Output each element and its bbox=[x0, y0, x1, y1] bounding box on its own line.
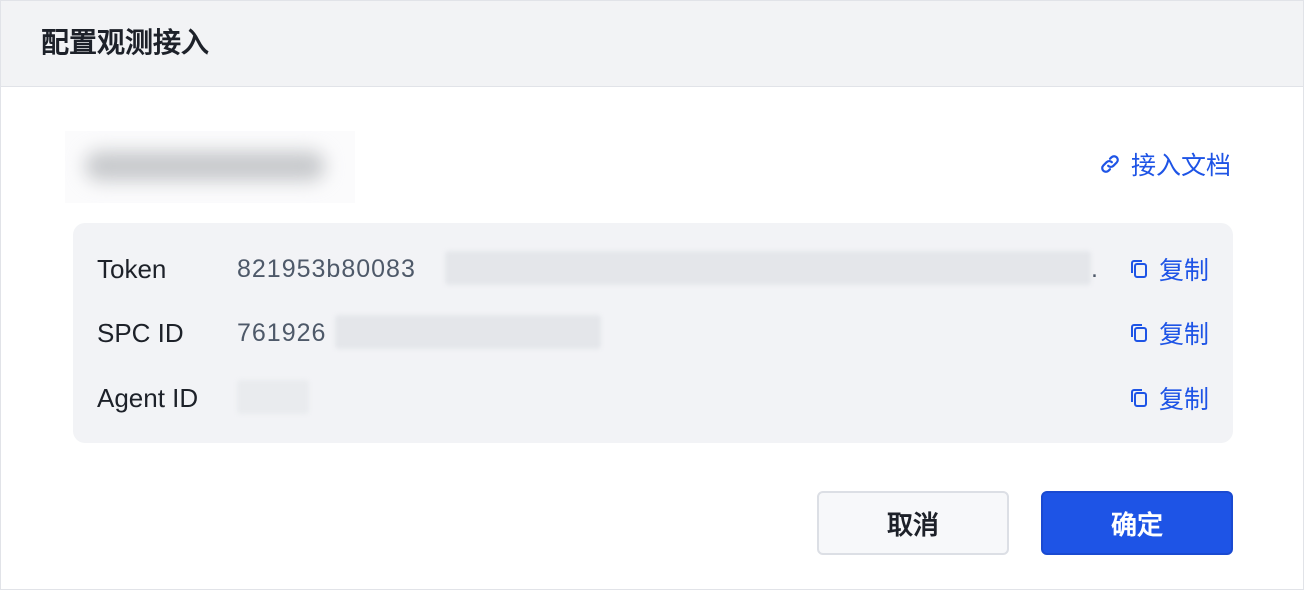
token-value: 821953b80083 bbox=[237, 255, 416, 283]
copy-icon bbox=[1130, 389, 1147, 407]
dialog-title: 配置观测接入 bbox=[41, 27, 210, 58]
copy-icon bbox=[1130, 324, 1147, 342]
spc-id-redaction bbox=[335, 315, 601, 349]
dialog-header: 配置观测接入 bbox=[1, 1, 1303, 87]
copy-spc-id-button[interactable]: 复制 bbox=[1129, 315, 1209, 351]
copy-agent-id-button[interactable]: 复制 bbox=[1129, 380, 1209, 416]
observability-config-dialog: 配置观测接入 接入文档 Token 821953b80083 . 复制 SPC … bbox=[0, 0, 1304, 590]
token-label: Token bbox=[97, 254, 167, 284]
copy-agent-id-label: 复制 bbox=[1158, 386, 1209, 414]
confirm-button[interactable]: 确定 bbox=[1041, 491, 1233, 555]
link-icon bbox=[1101, 155, 1119, 173]
agent-id-row: Agent ID 复制 bbox=[73, 378, 1233, 418]
redacted-resource-name bbox=[65, 131, 355, 203]
access-docs-label: 接入文档 bbox=[1130, 152, 1231, 180]
spc-id-label: SPC ID bbox=[97, 318, 184, 348]
agent-id-redaction bbox=[237, 380, 309, 414]
credentials-panel: Token 821953b80083 . 复制 SPC ID 761926 复制… bbox=[73, 223, 1233, 443]
cancel-button[interactable]: 取消 bbox=[817, 491, 1009, 555]
copy-icon bbox=[1130, 260, 1147, 278]
copy-spc-id-label: 复制 bbox=[1158, 321, 1209, 349]
copy-token-button[interactable]: 复制 bbox=[1129, 251, 1209, 287]
spc-id-row: SPC ID 761926 复制 bbox=[73, 313, 1233, 353]
spc-id-value: 761926 bbox=[237, 319, 327, 347]
token-ellipsis: . bbox=[1091, 255, 1098, 283]
agent-id-label: Agent ID bbox=[97, 383, 199, 413]
redaction-blur bbox=[85, 151, 325, 181]
token-redaction bbox=[445, 251, 1091, 285]
token-row: Token 821953b80083 . 复制 bbox=[73, 249, 1233, 289]
access-docs-link[interactable]: 接入文档 bbox=[1099, 147, 1231, 181]
copy-token-label: 复制 bbox=[1158, 257, 1209, 285]
